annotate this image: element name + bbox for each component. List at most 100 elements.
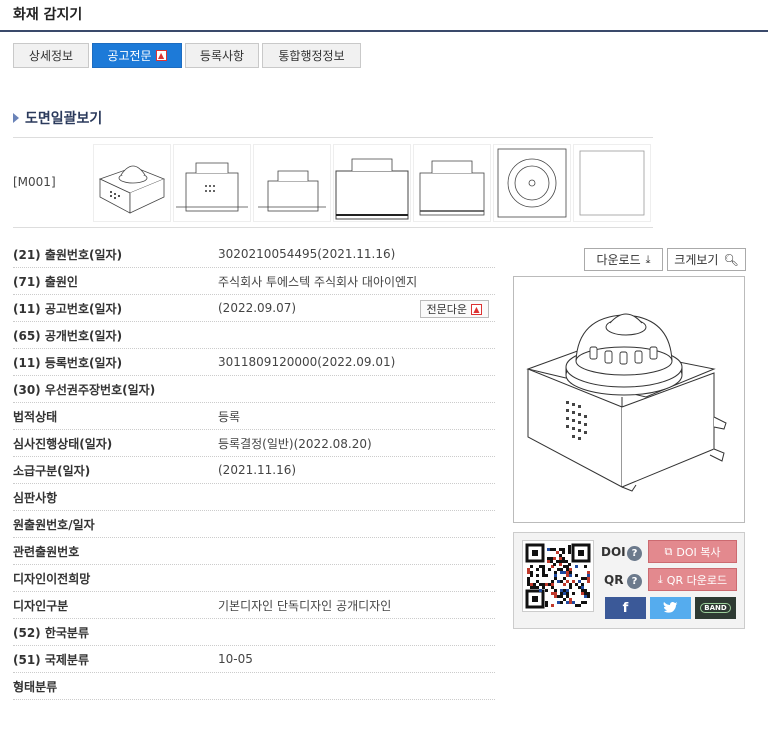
qr-help-icon[interactable]: ? xyxy=(627,574,642,589)
qr-module xyxy=(562,551,565,554)
twitter-share-button[interactable] xyxy=(650,597,691,619)
detail-value: 10-05 xyxy=(218,652,253,666)
qr-module xyxy=(560,595,563,598)
tab-label: 등록사항 xyxy=(199,49,245,63)
drawing-thumbnail-4[interactable] xyxy=(333,144,411,222)
qr-module xyxy=(566,571,569,574)
search-icon: 🔍︎ xyxy=(723,252,739,267)
full-text-download-button[interactable]: 전문다운 ▲ xyxy=(419,300,489,318)
qr-module xyxy=(560,568,563,571)
triangle-bullet-icon xyxy=(13,113,19,123)
detail-key: (65) 공개번호(일자) xyxy=(13,328,123,343)
qr-module xyxy=(539,583,542,586)
detail-row: (30) 우선권주장번호(일자) xyxy=(13,376,495,403)
qr-module xyxy=(584,595,587,598)
qr-module xyxy=(566,580,569,583)
qr-module xyxy=(578,580,581,583)
qr-module xyxy=(563,589,566,592)
drawing-thumbnail-5[interactable] xyxy=(413,144,491,222)
drawing-thumbnail-1[interactable] xyxy=(93,144,171,222)
detail-row: 소급구분(일자) (2021.11.16) xyxy=(13,457,495,484)
qr-module xyxy=(539,565,542,568)
qr-module xyxy=(553,548,556,551)
detail-value: 등록 xyxy=(218,409,241,424)
doi-label: DOI xyxy=(601,545,626,559)
qr-module xyxy=(566,589,569,592)
qr-module xyxy=(587,577,590,580)
twitter-icon xyxy=(663,601,678,613)
qr-module xyxy=(572,601,575,604)
qr-download-button[interactable]: ⤓ QR 다운로드 xyxy=(648,568,737,591)
facebook-share-button[interactable]: f xyxy=(605,597,646,619)
qr-module xyxy=(560,589,563,592)
qr-module xyxy=(565,560,568,563)
qr-module xyxy=(562,557,565,560)
qr-module xyxy=(569,601,572,604)
doi-copy-button[interactable]: ⧉ DOI 복사 xyxy=(648,540,737,563)
qr-code-icon xyxy=(525,543,591,609)
qr-module xyxy=(563,571,566,574)
detail-key: 형태분류 xyxy=(13,679,58,694)
qr-module xyxy=(563,577,566,580)
qr-module xyxy=(547,560,550,563)
qr-module xyxy=(587,595,590,598)
pdf-icon: ▲ xyxy=(471,303,482,315)
download-button[interactable]: 다운로드 ⤓ xyxy=(584,248,663,271)
drawing-thumbnail-7[interactable] xyxy=(573,144,651,222)
detail-key: 디자인이전희망 xyxy=(13,571,91,586)
main-drawing-image[interactable] xyxy=(513,276,745,523)
drawing-thumbnail-2[interactable] xyxy=(173,144,251,222)
detail-key: 심판사항 xyxy=(13,490,58,505)
qr-module xyxy=(557,595,560,598)
tab-announcement-full-text[interactable]: 공고전문 ▲ xyxy=(92,43,182,68)
qr-module xyxy=(554,577,557,580)
qr-module xyxy=(569,583,572,586)
qr-module xyxy=(550,548,553,551)
qr-module xyxy=(530,565,533,568)
band-share-button[interactable]: BAND xyxy=(695,597,736,619)
qr-module xyxy=(569,571,572,574)
drawing-thumbnail-6[interactable] xyxy=(493,144,571,222)
detector-perspective-icon xyxy=(98,165,166,214)
tab-registration[interactable]: 등록사항 xyxy=(185,43,259,68)
tab-integrated-admin[interactable]: 통합행정정보 xyxy=(262,43,361,68)
qr-module xyxy=(545,589,548,592)
detail-key: 소급구분(일자) xyxy=(13,463,91,478)
detector-front-icon xyxy=(176,162,248,212)
zoom-button[interactable]: 크게보기 🔍︎ xyxy=(667,248,746,271)
qr-module xyxy=(575,565,578,568)
qr-module xyxy=(566,595,569,598)
detail-info-table: (21) 출원번호(일자) 3020210054495(2021.11.16) (7… xyxy=(13,241,495,700)
qr-module xyxy=(545,601,548,604)
qr-module xyxy=(547,548,550,551)
qr-module xyxy=(578,604,581,607)
qr-module xyxy=(563,592,566,595)
qr-module xyxy=(542,583,545,586)
detail-value: 기본디자인 단독디자인 공개디자인 xyxy=(218,598,392,613)
drawing-thumbnail-3[interactable] xyxy=(253,144,331,222)
qr-module xyxy=(542,586,545,589)
qr-module xyxy=(545,604,548,607)
page-title: 화재 감지기 xyxy=(13,7,83,23)
tab-bar: 상세정보 공고전문 ▲ 등록사항 통합행정정보 xyxy=(13,43,364,68)
qr-module xyxy=(545,583,548,586)
qr-module xyxy=(569,598,572,601)
drawing-label: [M001] xyxy=(13,175,56,189)
qr-module xyxy=(568,551,571,554)
qr-module xyxy=(587,571,590,574)
qr-module xyxy=(566,601,569,604)
tab-detail-info[interactable]: 상세정보 xyxy=(13,43,89,68)
tab-label: 상세정보 xyxy=(28,49,74,63)
qr-module xyxy=(554,589,557,592)
detail-row: (11) 등록번호(일자) 3011809120000(2022.09.01) xyxy=(13,349,495,376)
band-icon: BAND xyxy=(700,603,731,613)
qr-module xyxy=(533,583,536,586)
detail-key: 심사진행상태(일자) xyxy=(13,436,113,451)
qr-module xyxy=(547,557,550,560)
share-panel: DOI ? QR ? ⧉ DOI 복사 ⤓ QR 다운로드 f BAND xyxy=(513,532,745,629)
section-title-text: 도면일괄보기 xyxy=(25,111,103,127)
qr-module xyxy=(559,548,562,551)
detail-row: 법적상태 등록 xyxy=(13,403,495,430)
doi-help-icon[interactable]: ? xyxy=(627,546,642,561)
qr-module xyxy=(568,548,571,551)
